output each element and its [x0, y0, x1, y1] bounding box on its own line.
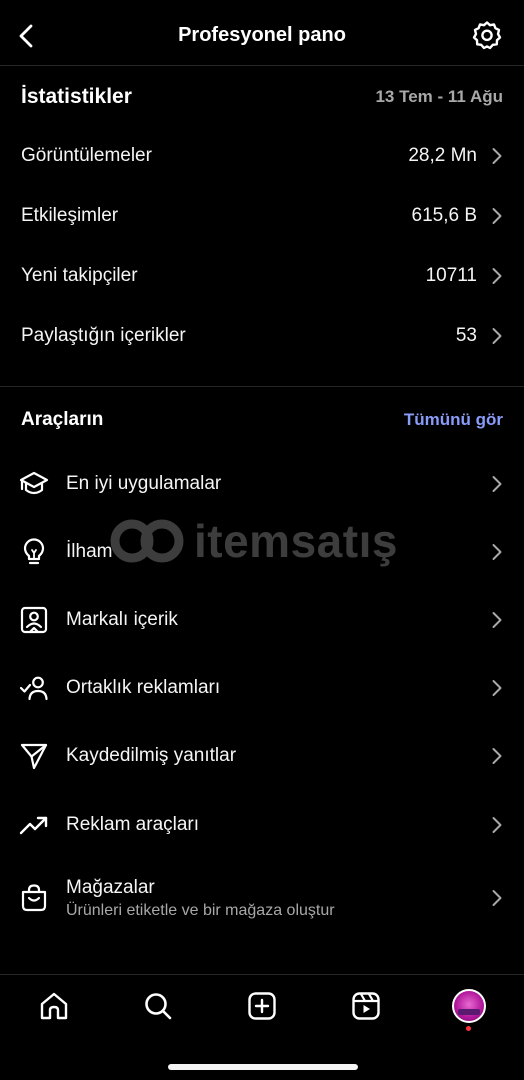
stat-value: 53 — [455, 325, 477, 346]
tab-search[interactable] — [140, 988, 176, 1024]
tool-label: Kaydedilmiş yanıtlar — [66, 745, 237, 766]
stat-value: 10711 — [425, 265, 477, 286]
watermark: itemsatış — [110, 514, 398, 568]
header-divider — [0, 65, 524, 66]
branded-content-icon — [18, 604, 50, 636]
trend-arrow-icon — [18, 809, 50, 841]
tool-best-practices[interactable]: En iyi uygulamalar — [18, 459, 503, 509]
chevron-right-icon — [492, 748, 502, 764]
stat-row-shared-content[interactable]: Paylaştığın içerikler 53 — [21, 316, 503, 356]
stat-row-views[interactable]: Görüntülemeler 28,2 Mn — [21, 136, 503, 176]
see-all-link[interactable]: Tümünü gör — [404, 410, 503, 430]
partner-check-icon — [18, 672, 50, 704]
page-title: Profesyonel pano — [178, 24, 346, 46]
top-bar: Profesyonel pano — [0, 0, 524, 66]
chevron-right-icon — [492, 612, 502, 628]
stat-value: 615,6 B — [411, 205, 478, 226]
lightbulb-icon — [18, 536, 50, 568]
chevron-right-icon — [492, 680, 502, 696]
chevron-right-icon — [492, 544, 502, 560]
tabbar-divider — [0, 974, 524, 975]
tool-label: En iyi uygulamalar — [66, 473, 222, 494]
tool-label: Ortaklık reklamları — [66, 677, 221, 698]
avatar-image-detail — [458, 1009, 480, 1015]
date-range[interactable]: 13 Tem - 11 Ağu — [375, 87, 503, 107]
tab-home[interactable] — [36, 988, 72, 1024]
gear-icon — [472, 21, 502, 50]
stats-header: İstatistikler 13 Tem - 11 Ağu — [21, 84, 503, 110]
section-divider — [0, 386, 524, 387]
tool-branded-content[interactable]: Markalı içerik — [18, 595, 503, 645]
tools-title: Araçların — [21, 409, 104, 430]
chevron-right-icon — [492, 476, 502, 492]
watermark-text: itemsatış — [194, 515, 398, 567]
notification-dot — [466, 1026, 471, 1031]
tool-shops[interactable]: Mağazalar Ürünleri etiketle ve bir mağaz… — [18, 868, 503, 928]
tool-saved-replies[interactable]: Kaydedilmiş yanıtlar — [18, 731, 503, 781]
chevron-right-icon — [492, 148, 502, 164]
tool-label: Mağazalar — [66, 876, 155, 898]
settings-button[interactable] — [472, 20, 502, 50]
chevron-right-icon — [492, 817, 502, 833]
send-icon — [18, 740, 50, 772]
stat-row-new-followers[interactable]: Yeni takipçiler 10711 — [21, 256, 503, 296]
watermark-logo-icon — [110, 519, 184, 563]
tool-sublabel: Ürünleri etiketle ve bir mağaza oluştur — [66, 901, 335, 919]
search-icon — [145, 993, 172, 1020]
stat-row-interactions[interactable]: Etkileşimler 615,6 B — [21, 196, 503, 236]
tool-label: Markalı içerik — [66, 609, 178, 630]
tool-ad-tools[interactable]: Reklam araçları — [18, 800, 503, 850]
tab-create[interactable] — [244, 988, 280, 1024]
stat-label: Görüntülemeler — [21, 145, 152, 166]
stat-label: Yeni takipçiler — [21, 265, 138, 286]
chevron-right-icon — [492, 890, 502, 906]
tool-label: Reklam araçları — [66, 814, 200, 835]
tab-reels[interactable] — [348, 988, 384, 1024]
chevron-right-icon — [492, 208, 502, 224]
chevron-right-icon — [492, 268, 502, 284]
tab-bar — [0, 976, 524, 1036]
create-icon — [248, 992, 276, 1020]
home-icon — [40, 992, 68, 1020]
shopping-bag-icon — [18, 882, 50, 914]
tool-partnership-ads[interactable]: Ortaklık reklamları — [18, 663, 503, 713]
stat-label: Paylaştığın içerikler — [21, 325, 186, 346]
stat-value: 28,2 Mn — [408, 145, 477, 166]
profile-avatar[interactable] — [452, 989, 486, 1023]
chevron-right-icon — [492, 328, 502, 344]
graduation-cap-icon — [18, 468, 50, 500]
tools-header: Araçların Tümünü gör — [21, 407, 503, 433]
home-indicator — [168, 1064, 358, 1070]
stat-label: Etkileşimler — [21, 205, 119, 226]
reels-icon — [352, 992, 380, 1020]
stats-title: İstatistikler — [21, 85, 132, 108]
